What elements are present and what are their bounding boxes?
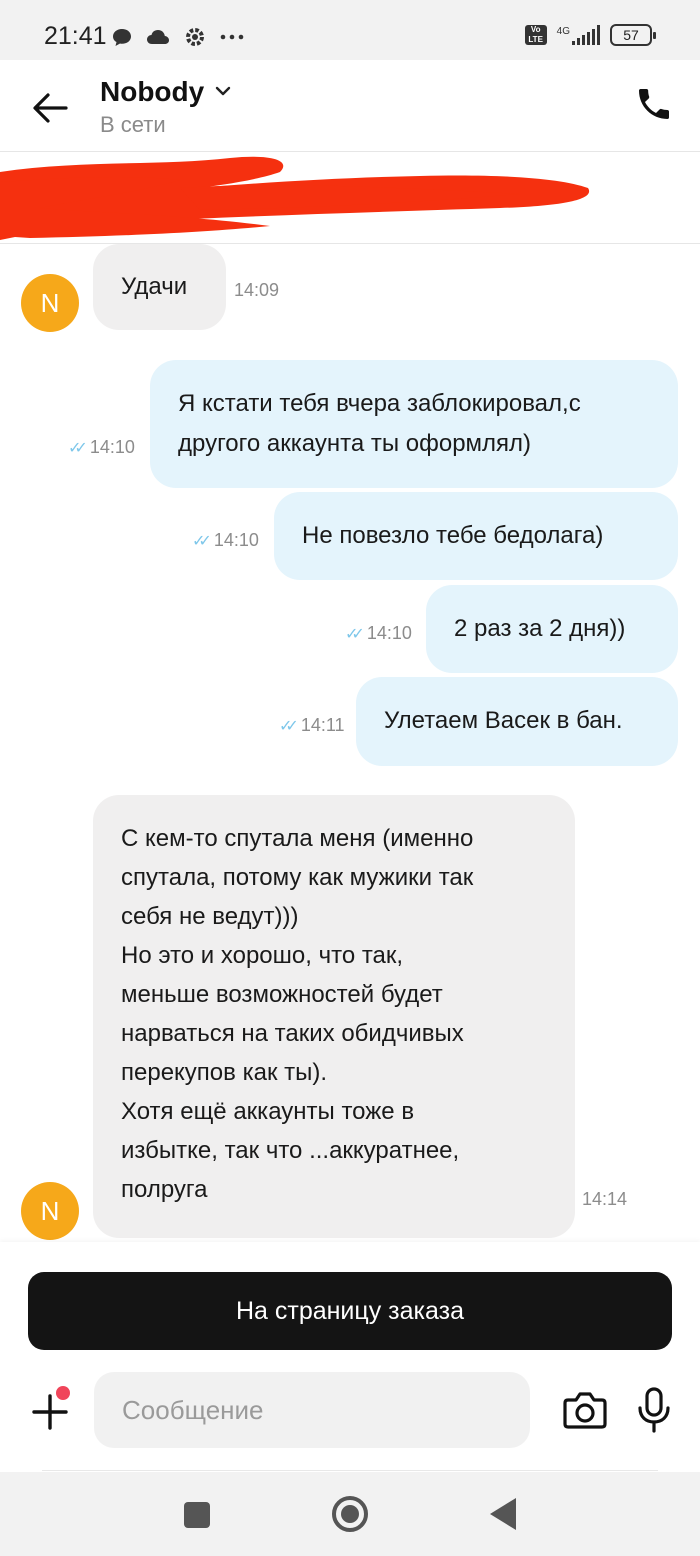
back-triangle-icon[interactable] (490, 1498, 516, 1530)
incoming-message[interactable]: С кем-то спутала меня (именно спутала, п… (93, 795, 575, 1238)
message-line: перекупов как ты). (121, 1059, 328, 1086)
message-list[interactable]: N Удачи 14:09 ✓✓ 14:10 Я кстати тебя вчер… (0, 244, 700, 1242)
outgoing-message[interactable]: Улетаем Васек в бан. (356, 677, 678, 766)
message-time: 14:10 (366, 623, 412, 643)
message-line: другого аккаунта ты оформлял) (178, 430, 532, 457)
contact-avatar[interactable]: N (21, 274, 79, 332)
status-time: 21:41 (44, 22, 107, 50)
message-time-status: ✓✓ 14:10 (345, 623, 412, 644)
read-ticks-icon: ✓✓ (192, 533, 212, 550)
message-time-status: ✓✓ 14:10 (192, 530, 259, 551)
volte-icon: Vo LTE (524, 25, 547, 45)
message-text: 2 раз за 2 дня)) (454, 615, 626, 642)
signal-indicator: 4G (557, 25, 600, 45)
message-line: себя не ведут))) (121, 903, 299, 930)
message-time-status: ✓✓ 14:10 (68, 437, 135, 458)
outgoing-message[interactable]: Я кстати тебя вчера заблокировал,с друго… (150, 360, 678, 488)
contact-name[interactable]: Nobody (100, 76, 204, 108)
message-time: 14:10 (89, 437, 135, 457)
read-ticks-icon: ✓✓ (345, 626, 365, 643)
battery-icon: 57 (610, 24, 656, 46)
chat-header: Nobody В сети (0, 60, 700, 152)
more-dots-icon (220, 34, 244, 40)
message-time-status: ✓✓ 14:11 (279, 715, 345, 736)
message-text: Улетаем Васек в бан. (384, 707, 623, 734)
status-notification-icons (112, 26, 244, 48)
recents-square-icon[interactable] (184, 1502, 210, 1528)
message-line: меньше возможностей будет (121, 981, 443, 1008)
message-line: нарваться на таких обидчивых (121, 1020, 464, 1047)
chevron-down-icon[interactable] (214, 84, 232, 98)
outgoing-message[interactable]: Не повезло тебе бедолага) (274, 492, 678, 580)
message-line: избытке, так что ...аккуратнее, (121, 1137, 460, 1164)
notification-dot (56, 1386, 70, 1400)
camera-icon[interactable] (562, 1388, 608, 1432)
read-ticks-icon: ✓✓ (279, 718, 299, 735)
redaction-scribble (0, 156, 590, 240)
status-bar: 21:41 Vo LTE 4G 57 (0, 0, 700, 60)
order-page-button[interactable]: На страницу заказа (28, 1272, 672, 1350)
status-system-icons: Vo LTE 4G 57 (524, 24, 656, 46)
cloud-icon (147, 30, 169, 44)
message-line: Хотя ещё аккаунты тоже в (121, 1098, 415, 1125)
message-time: 14:11 (300, 715, 345, 735)
phone-icon[interactable] (634, 84, 674, 124)
message-line: спутала, потому как мужики так (121, 864, 474, 891)
chat-bubble-icon (113, 29, 131, 46)
message-time: 14:10 (213, 530, 259, 550)
message-line: С кем-то спутала меня (именно (121, 825, 474, 852)
incoming-message[interactable]: Удачи (93, 244, 226, 330)
message-text: Удачи (121, 273, 188, 300)
microphone-icon[interactable] (634, 1386, 674, 1434)
message-text: Не повезло тебе бедолага) (302, 522, 604, 549)
contact-avatar[interactable]: N (21, 1182, 79, 1240)
divider (42, 1470, 658, 1471)
signal-bars-icon (572, 25, 600, 45)
network-type: 4G (556, 26, 570, 37)
back-arrow-icon[interactable] (30, 90, 70, 126)
message-time: 14:09 (234, 280, 280, 300)
message-line: Но это и хорошо, что так, (121, 942, 404, 969)
message-input[interactable] (94, 1372, 530, 1448)
home-circle-icon[interactable] (332, 1496, 368, 1532)
settings-gear-icon (186, 28, 204, 46)
system-nav-bar (0, 1472, 700, 1556)
message-time: 14:14 (582, 1189, 628, 1209)
outgoing-message[interactable]: 2 раз за 2 дня)) (426, 585, 678, 673)
composer: На страницу заказа (0, 1242, 700, 1472)
message-line: Я кстати тебя вчера заблокировал,с (178, 390, 581, 417)
online-status: В сети (100, 112, 166, 137)
message-line: полруга (121, 1176, 208, 1203)
read-ticks-icon: ✓✓ (68, 440, 88, 457)
product-info-redacted[interactable] (0, 152, 700, 244)
